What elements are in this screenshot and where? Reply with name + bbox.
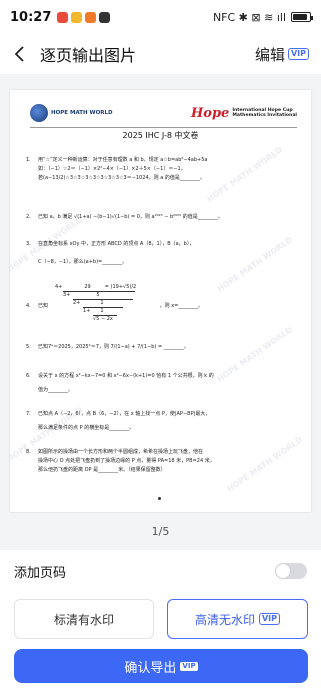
question-5: 5. 已知7ᵃ＝2025，2025ᵇ＝7，则 7/(1−a) + 7/(1−b)… [26, 343, 293, 352]
question-line: 设关于 x 的方程 x²−kx−7=0 和 x²−6x−(k+1)=0 恰有 1… [38, 373, 214, 379]
question-number: 5. [26, 344, 31, 350]
vip-badge: VIP [258, 613, 281, 625]
question-line: 那么满足条件的点 P 的横坐标是________。 [38, 425, 135, 431]
standard-with-watermark-option[interactable]: 标清有水印 [14, 599, 154, 639]
standard-option-label: 标清有水印 [53, 612, 114, 627]
question-number: 4. [26, 303, 31, 309]
question-number: 6. [26, 373, 31, 379]
document-page-preview[interactable]: HOPE MATH WORLD HOPE MATH WORLD HOPE MAT… [10, 90, 311, 512]
logo-left-text: HOPE MATH WORLD [51, 110, 113, 116]
question-line: C（−8，−1），那么(a+b)=________。 [38, 259, 128, 265]
app-notification-icon [57, 11, 69, 23]
question-number: 7. [26, 411, 31, 417]
question-line: 如图所示的操场由一个长方形和两个半圆组成，希希在操场上玩飞盘，他在 [38, 449, 204, 455]
question-number: 1. [26, 157, 31, 163]
question-3: 3. 在直角坐标系 xOy 中，正方形 ABCD 的顶点 A（8，1），B（a，… [26, 240, 293, 267]
question-6: 6. 设关于 x 的方程 x²−kx−7=0 和 x²−6x−(k+1)=0 恰… [26, 372, 293, 395]
edit-button[interactable]: 编辑 VIP [255, 44, 309, 65]
fraction-part: 29 [84, 284, 91, 290]
document-title: 2025 IHC J-8 中文卷 [122, 131, 199, 140]
document-header: HOPE MATH WORLD Hope International Hope … [30, 100, 297, 126]
globe-icon [30, 104, 48, 122]
question-line: 已知点 A（−2，6），点 B（6，−2），在 x 轴上找一点 P，使|AP−B… [38, 411, 211, 417]
add-page-number-row: 添加页码 [14, 562, 307, 581]
fraction-part: 1 [100, 300, 104, 306]
vip-badge: VIP [180, 661, 198, 671]
connectivity-icons: NFC ✱ ⊠ ≋ ıll [212, 10, 286, 24]
hope-math-world-logo: HOPE MATH WORLD [30, 104, 113, 122]
vip-badge: VIP [287, 48, 309, 60]
hd-option-label: 高清无水印 [194, 612, 255, 627]
ihc-line-2: Mathematics Invitational [232, 113, 297, 118]
fraction-part: = (19+√5)/2 [104, 284, 137, 290]
status-bar: 10:27 NFC ✱ ⊠ ≋ ıll [0, 0, 321, 34]
question-line: ，则 x=________。 [159, 303, 204, 309]
page-counter: 1/5 [151, 525, 170, 538]
question-8: 8. 如图所示的操场由一个长方形和两个半圆组成，希希在操场上玩飞盘，他在 操场中… [26, 448, 293, 475]
question-line: 那么他扔飞盘的距离 OP 是________米。（结果保留整数） [38, 467, 166, 473]
hope-mark: Hope [190, 105, 230, 121]
question-number: 2. [26, 214, 31, 220]
hd-no-watermark-option[interactable]: 高清无水印 VIP [167, 599, 308, 639]
battery-icon [291, 12, 313, 22]
question-line: 已知7ᵃ＝2025，2025ᵇ＝7，则 7/(1−a) + 7/(1−b) = … [38, 344, 189, 350]
back-button[interactable] [0, 34, 40, 74]
edit-label: 编辑 [254, 45, 285, 64]
question-number: 8. [26, 449, 31, 455]
add-page-number-label: 添加页码 [14, 565, 67, 581]
status-time: 10:27 [10, 9, 52, 25]
page-marker [158, 497, 161, 500]
question-line: 已知 [38, 303, 49, 309]
question-1: 1. 用“☆”定义一种新运算：对于任意有理数 a 和 b，规定 a☆b=ab²−… [26, 156, 293, 183]
header-divider [30, 127, 297, 128]
fraction-part: 4+ [55, 284, 63, 290]
question-line: 在直角坐标系 xOy 中，正方形 ABCD 的顶点 A（8，1），B（a，b）， [38, 241, 195, 247]
question-number: 3. [26, 241, 31, 247]
ihc-logo: Hope International Hope Cup Mathematics … [191, 106, 297, 121]
question-line: 如：（−1）☆2＝（−1）×2²−4×（−1）×2＋5×（−1）＝−1。 [38, 166, 186, 172]
question-2: 2. 已知 a，b 满足 √(1+a) −(b−1)√(1−b) = 0，则 a… [26, 213, 293, 222]
app-notification-icon [99, 11, 111, 23]
confirm-export-label: 确认导出 [124, 660, 177, 676]
fraction-part: 5 [96, 292, 100, 298]
fraction-part: 3+ [63, 292, 71, 298]
nested-fraction: 4+ 29 = (19+√5)/2 3+ 5 2+ 1 1+ 1 √5 − 2x [55, 284, 136, 323]
question-line: 若(a−13/2)☆3☆3☆3☆3☆3☆3☆3☆3＝−1024，则 a 的值是_… [38, 175, 205, 181]
ihc-line-1: International Hope Cup [232, 107, 293, 113]
app-notification-icon [85, 11, 97, 23]
fraction-part: 2+ [73, 300, 81, 306]
battery-level [293, 14, 307, 20]
status-indicators: NFC ✱ ⊠ ≋ ıll [212, 10, 313, 24]
question-line: 用“☆”定义一种新运算：对于任意有理数 a 和 b，规定 a☆b=ab²−4ab… [38, 157, 208, 163]
toggle-knob [276, 564, 290, 578]
fraction-part: 1+ [83, 308, 91, 314]
question-line: 已知 a，b 满足 √(1+a) −(b−1)√(1−b) = 0，则 a²⁰²… [38, 214, 223, 220]
chevron-left-icon [14, 46, 24, 62]
question-line: 操场中心 O 点处把飞盘扔到了操场边缘的 P 点，量得 PA=18 米，PB=2… [38, 458, 215, 464]
ihc-logo-text: International Hope Cup Mathematics Invit… [232, 108, 297, 119]
page-number-toggle[interactable] [275, 563, 307, 579]
notification-icons [57, 11, 111, 23]
fraction-part: √5 − 2x [93, 315, 117, 323]
page-title: 逐页输出图片 [40, 46, 137, 65]
confirm-export-button[interactable]: 确认导出 VIP [14, 649, 308, 683]
fraction-part: 1 [100, 308, 104, 314]
app-notification-icon [71, 11, 83, 23]
top-app-bar: 逐页输出图片 编辑 VIP [0, 34, 321, 74]
question-7: 7. 已知点 A（−2，6），点 B（6，−2），在 x 轴上找一点 P，使|A… [26, 410, 293, 433]
question-line: 值为________。 [38, 387, 74, 393]
